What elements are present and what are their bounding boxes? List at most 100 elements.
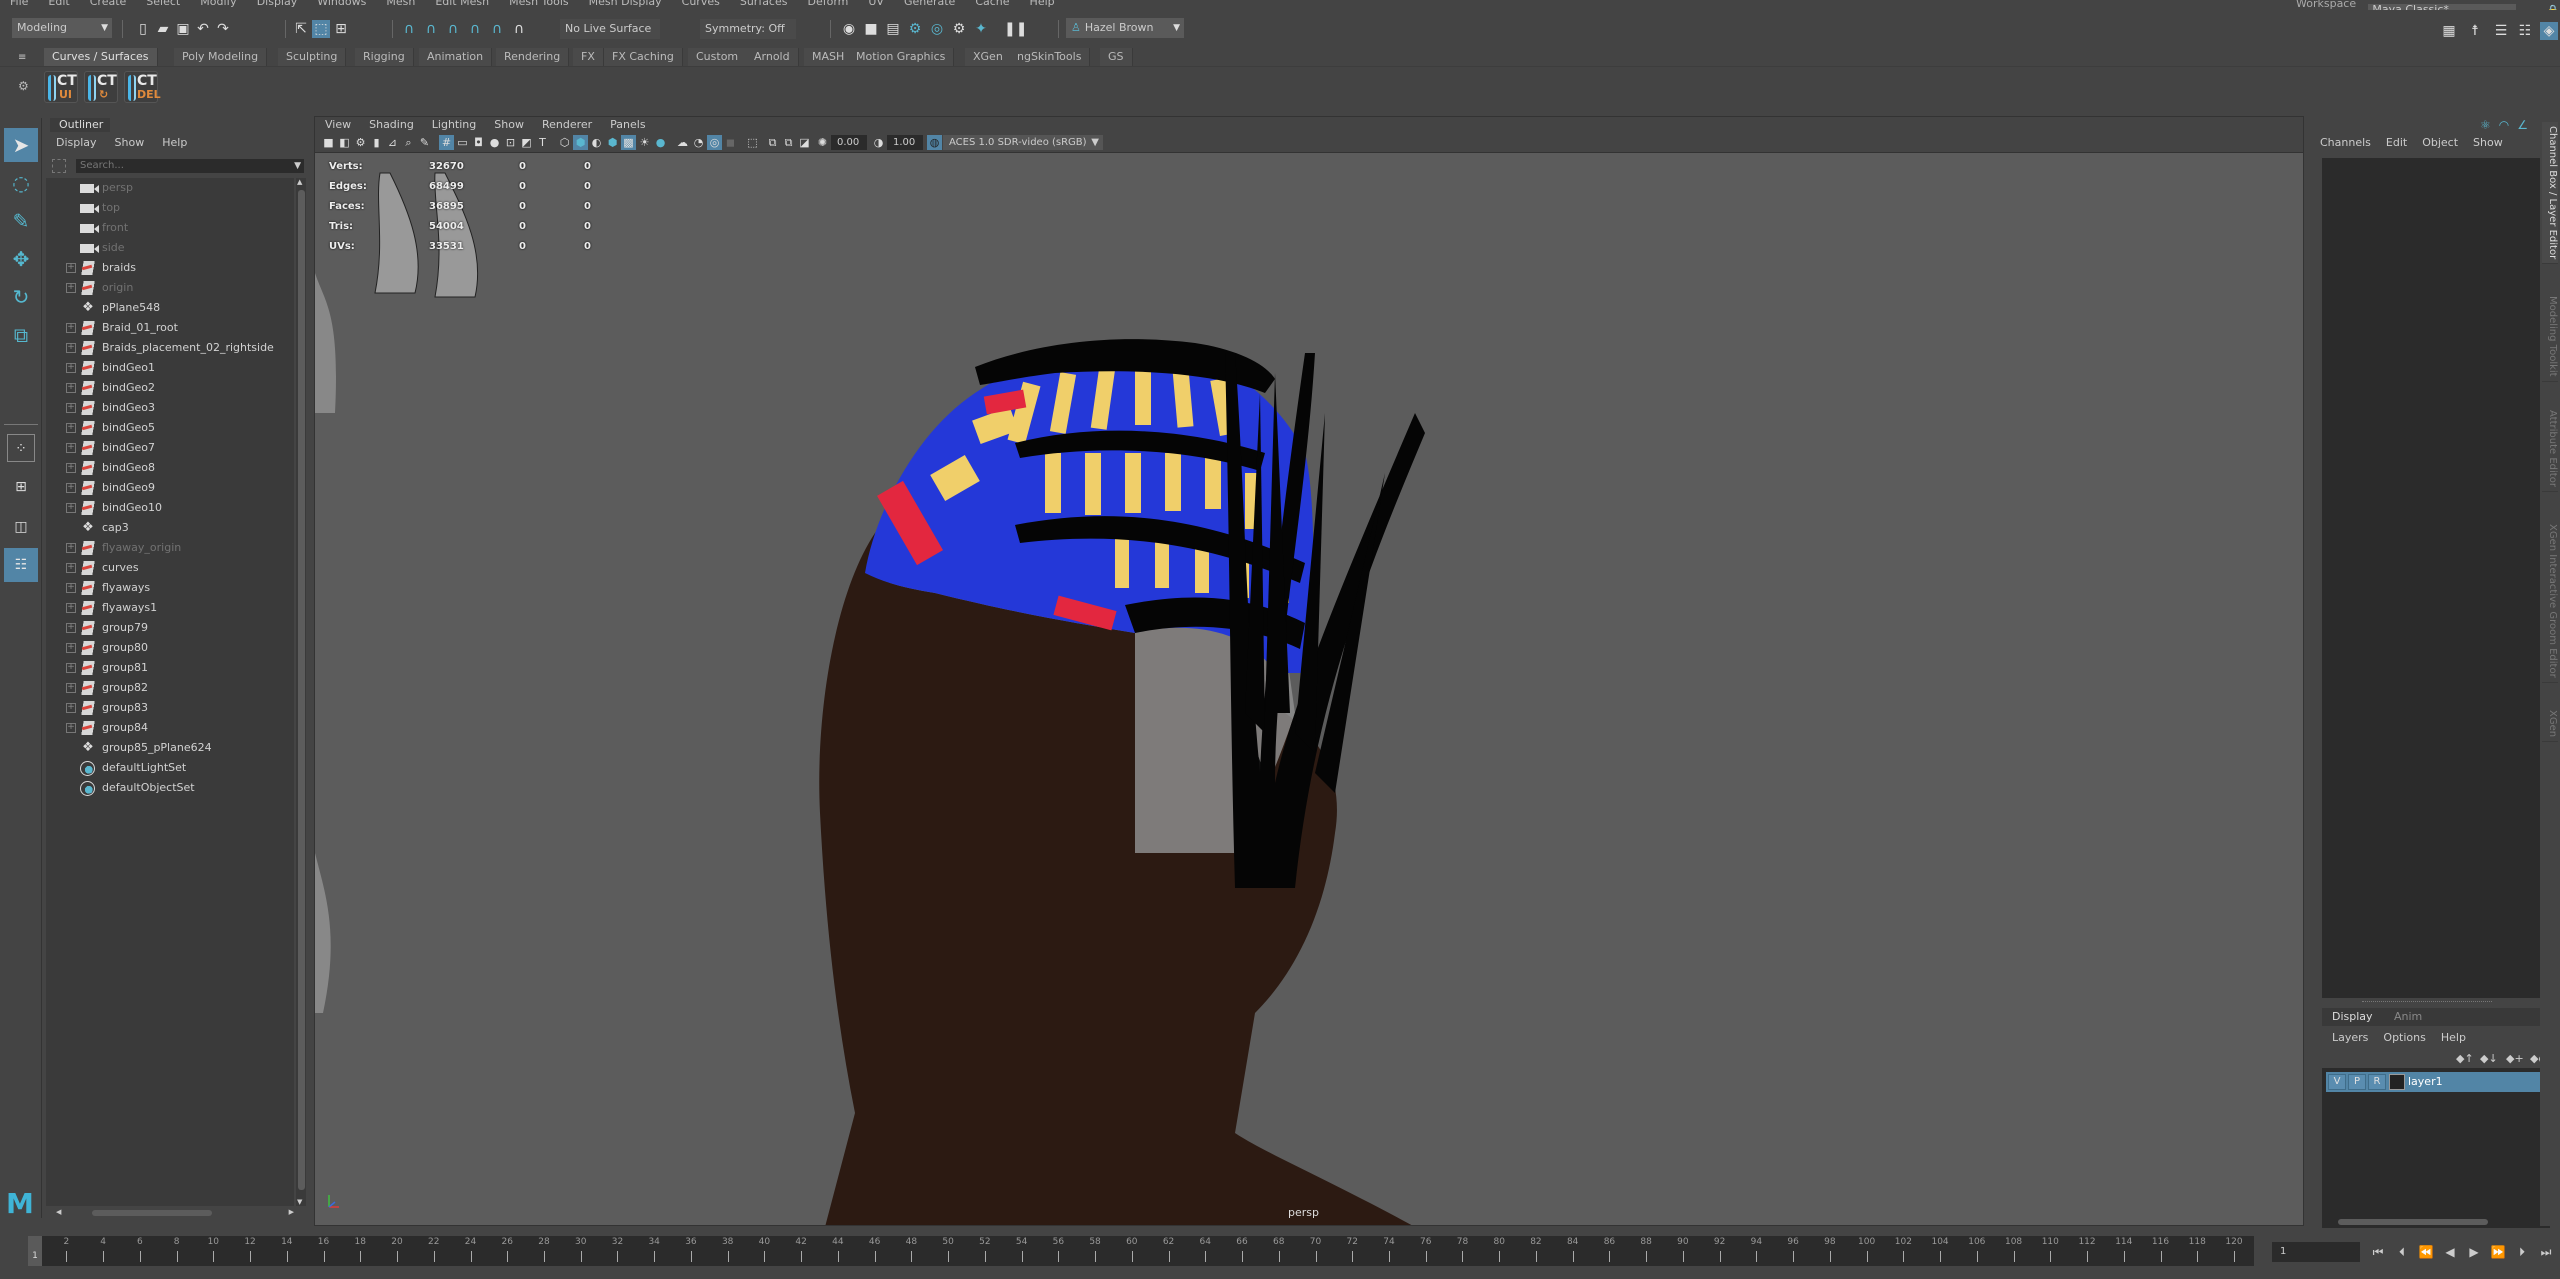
step-back-frame-icon[interactable]: ⏴ <box>2394 1242 2410 1262</box>
filter-icon[interactable] <box>52 159 66 173</box>
expand-icon[interactable]: + <box>66 403 76 413</box>
outliner-item-flyaways[interactable]: + flyaways <box>46 578 292 598</box>
outliner-item-bindGeo1[interactable]: + bindGeo1 <box>46 358 292 378</box>
chevron-down-icon[interactable]: ▼ <box>294 159 301 173</box>
depth-of-field-icon[interactable]: ◼ <box>723 135 738 150</box>
shelf-tab-curves-surfaces[interactable]: Curves / Surfaces <box>44 48 158 66</box>
outliner-item-group81[interactable]: + group81 <box>46 658 292 678</box>
outliner-vertical-scrollbar[interactable]: ▲ ▼ <box>296 178 306 1206</box>
smooth-shade-icon[interactable]: ⬢ <box>573 135 588 150</box>
outliner-item-origin[interactable]: + origin <box>46 278 292 298</box>
scroll-left-icon[interactable]: ◀ <box>56 1208 61 1216</box>
ct-refresh-button[interactable]: CT ↻ <box>84 71 118 103</box>
menu-cache[interactable]: Cache <box>975 0 1009 8</box>
layer-row[interactable]: V P R layer1 <box>2326 1072 2548 1092</box>
menu-uv[interactable]: UV <box>868 0 884 8</box>
shelf-tab-animation[interactable]: Animation <box>419 48 493 66</box>
outliner-item-bindGeo9[interactable]: + bindGeo9 <box>46 478 292 498</box>
shelf-tab-ngskintools[interactable]: ngSkinTools <box>1009 48 1091 66</box>
shelf-tab-custom[interactable]: Custom <box>688 48 748 66</box>
viewport-menu-shading[interactable]: Shading <box>369 117 414 133</box>
expand-icon[interactable]: + <box>66 583 76 593</box>
snap-point-icon[interactable]: ∩ <box>444 20 462 38</box>
shelf-tab-arnold[interactable]: Arnold <box>746 48 799 66</box>
expand-icon[interactable]: + <box>66 623 76 633</box>
step-forward-key-icon[interactable]: ⏩ <box>2490 1242 2506 1262</box>
expand-icon[interactable]: + <box>66 383 76 393</box>
move-tool-icon[interactable]: ✥ <box>4 242 38 276</box>
tool-settings-icon[interactable]: ☷ <box>2516 22 2534 40</box>
shelf-tab-fx[interactable]: FX <box>573 48 604 66</box>
uv-editor-icon[interactable]: ∠ <box>2517 118 2528 132</box>
menu-file[interactable]: File <box>10 0 28 8</box>
expand-icon[interactable]: + <box>66 703 76 713</box>
lasso-tool-icon[interactable]: ◌ <box>4 166 38 200</box>
modeling-toolkit-icon[interactable]: ▦ <box>2440 22 2458 40</box>
image-plane-icon[interactable]: ⊿ <box>385 135 400 150</box>
paint-select-tool-icon[interactable]: ✎ <box>4 204 38 238</box>
outliner-item-side[interactable]: side <box>46 238 292 258</box>
channel-menu-object[interactable]: Object <box>2422 136 2458 149</box>
film-gate-icon[interactable]: ▭ <box>455 135 470 150</box>
workspace-dropdown[interactable]: Maya Classic* <box>2368 3 2517 10</box>
ct-delete-button[interactable]: CT DEL <box>124 71 161 103</box>
outliner-item-defaultObjectSet[interactable]: defaultObjectSet <box>46 778 292 798</box>
arnold-icon[interactable]: ◠ <box>2499 118 2509 132</box>
redo-icon[interactable]: ↷ <box>214 20 232 38</box>
shelf-tab-gs[interactable]: GS <box>1100 48 1133 66</box>
expand-icon[interactable]: + <box>66 723 76 733</box>
scrollbar-thumb[interactable] <box>298 190 305 1190</box>
outliner-item-bindGeo10[interactable]: + bindGeo10 <box>46 498 292 518</box>
layer-name[interactable]: layer1 <box>2408 1072 2443 1092</box>
panel-splitter[interactable] <box>2362 1001 2492 1004</box>
menu-generate[interactable]: Generate <box>904 0 955 8</box>
outliner-item-bindGeo3[interactable]: + bindGeo3 <box>46 398 292 418</box>
menu-edit-mesh[interactable]: Edit Mesh <box>435 0 489 8</box>
xray-components-icon[interactable]: ◪ <box>797 135 812 150</box>
ipr-render-icon[interactable]: ▤ <box>884 20 902 38</box>
expand-icon[interactable]: + <box>66 603 76 613</box>
color-space-dropdown[interactable]: ACES 1.0 SDR-video (sRGB) ▼ <box>943 135 1103 150</box>
expand-icon[interactable]: + <box>66 683 76 693</box>
four-view-layout-icon[interactable]: ⊞ <box>4 470 38 504</box>
outliner-item-group82[interactable]: + group82 <box>46 678 292 698</box>
viewport-menu-renderer[interactable]: Renderer <box>542 117 592 133</box>
menu-windows[interactable]: Windows <box>317 0 366 8</box>
go-to-end-icon[interactable]: ⏭ <box>2538 1242 2554 1262</box>
expand-icon[interactable]: + <box>66 263 76 273</box>
wireframe-on-shaded-icon[interactable]: ⬢ <box>605 135 620 150</box>
viewport-menu-view[interactable]: View <box>325 117 351 133</box>
tab-display[interactable]: Display <box>2332 1008 2373 1026</box>
scroll-right-icon[interactable]: ▶ <box>289 1208 294 1216</box>
channel-menu-channels[interactable]: Channels <box>2320 136 2371 149</box>
side-tab-channel-box-layer-editor[interactable]: Channel Box / Layer Editor <box>2542 122 2558 265</box>
rotate-tool-icon[interactable]: ↻ <box>4 280 38 314</box>
shelf-menu-icon[interactable]: ≡ <box>18 52 26 63</box>
user-account-dropdown[interactable]: ♙ Hazel Brown ▼ <box>1066 18 1184 38</box>
channel-menu-edit[interactable]: Edit <box>2386 136 2407 149</box>
scrollbar-thumb[interactable] <box>92 1210 212 1216</box>
snap-curve-icon[interactable]: ∩ <box>422 20 440 38</box>
human-ik-icon[interactable]: ☨ <box>2466 22 2484 40</box>
channel-box[interactable] <box>2322 158 2550 998</box>
wireframe-icon[interactable]: ⬡ <box>557 135 572 150</box>
side-tab-attribute-editor[interactable]: Attribute Editor <box>2542 406 2558 492</box>
outliner-item-flyaways1[interactable]: + flyaways1 <box>46 598 292 618</box>
lock-camera-icon[interactable]: ◧ <box>337 135 352 150</box>
side-tab-xgen[interactable]: XGen <box>2542 706 2558 743</box>
grease-pencil-icon[interactable]: ✎ <box>417 135 432 150</box>
select-object-icon[interactable]: ⬚ <box>312 20 330 38</box>
expand-icon[interactable]: + <box>66 643 76 653</box>
outliner-item-group80[interactable]: + group80 <box>46 638 292 658</box>
gamma-field[interactable]: 1.00 <box>887 135 923 150</box>
select-component-icon[interactable]: ⊞ <box>332 20 350 38</box>
scale-tool-icon[interactable]: ⧉ <box>4 318 38 352</box>
render-settings-icon[interactable]: ⚙ <box>906 20 924 38</box>
render-frame-icon[interactable]: ◉ <box>840 20 858 38</box>
layer-horizontal-scrollbar[interactable] <box>2326 1218 2546 1226</box>
pause-viewport-icon[interactable]: ❚❚ <box>1004 20 1027 38</box>
move-layer-up-icon[interactable]: ◆↑ <box>2456 1052 2474 1065</box>
side-tab-modeling-toolkit[interactable]: Modeling Toolkit <box>2542 292 2558 382</box>
2d-pan-zoom-icon[interactable]: ⌕ <box>401 135 416 150</box>
menu-mesh[interactable]: Mesh <box>386 0 415 8</box>
